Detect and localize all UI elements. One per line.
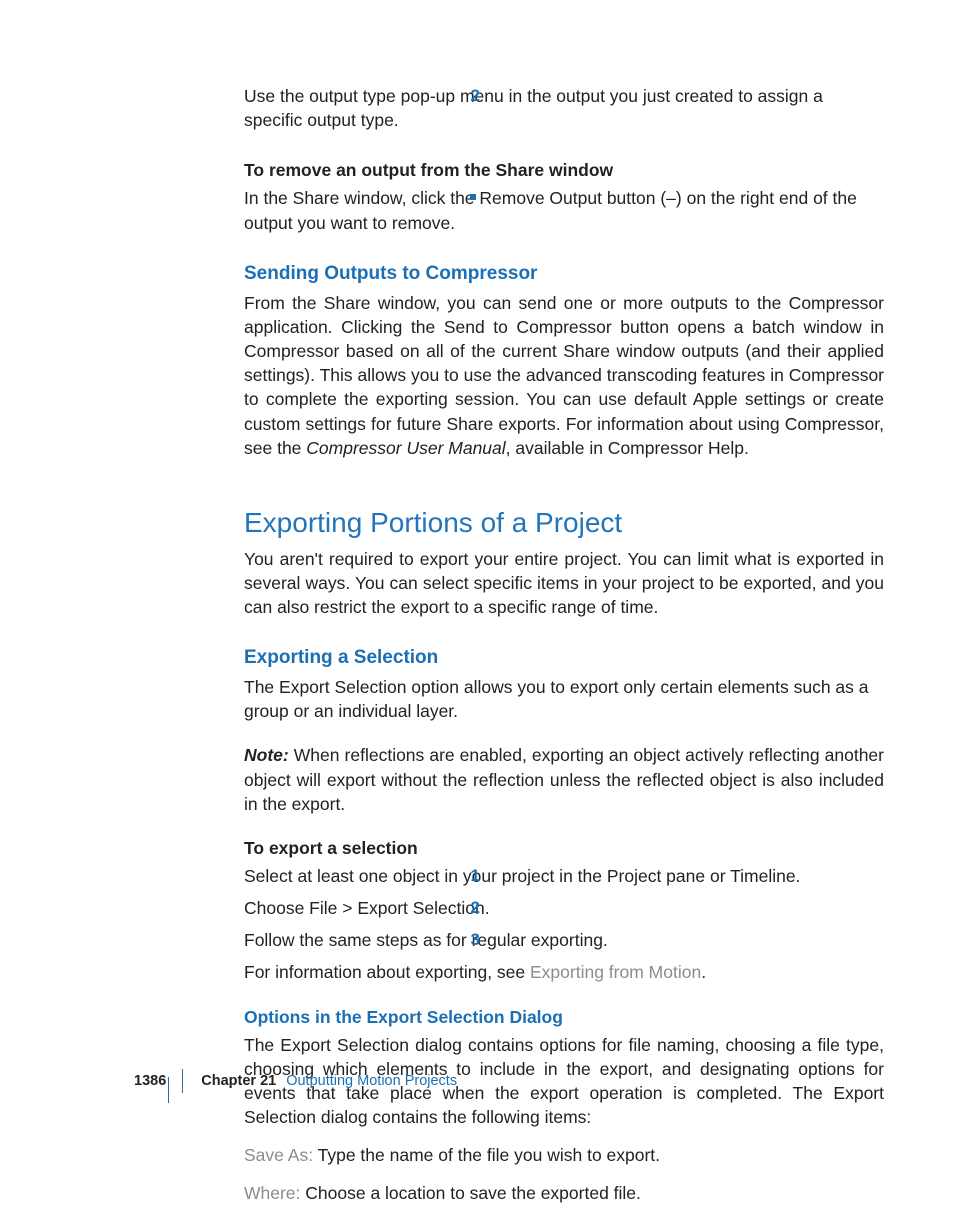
step-3-more-a: For information about exporting, see [244,962,530,982]
step-number: 3 [462,928,480,951]
step-text: Follow the same steps as for regular exp… [244,928,884,952]
chapter-label: Chapter 21 [201,1071,276,1091]
chapter-title: Outputting Motion Projects [286,1071,457,1091]
heading-options-dialog: Options in the Export Selection Dialog [244,1005,884,1029]
note-body: When reflections are enabled, exporting … [244,745,884,813]
heading-exporting-portions: Exporting Portions of a Project [244,504,884,543]
step-number: 2 [462,896,480,919]
subheading-export-selection: To export a selection [244,836,884,860]
subheading-remove-output: To remove an output from the Share windo… [244,158,884,182]
page-footer: 1386 Chapter 21 Outputting Motion Projec… [134,1069,457,1093]
option-label: Where: [244,1183,300,1203]
para-selection-intro: The Export Selection option allows you t… [244,675,884,723]
step-3: 3 Follow the same steps as for regular e… [244,928,884,952]
para-compressor-a: From the Share window, you can send one … [244,293,884,458]
note: Note: When reflections are enabled, expo… [244,743,884,815]
step-1: 1 Select at least one object in your pro… [244,864,884,888]
step-2b: 2 Choose File > Export Selection. [244,896,884,920]
option-body: Choose a location to save the exported f… [300,1183,641,1203]
note-label: Note: [244,745,289,765]
step-text: Choose File > Export Selection. [244,896,884,920]
step-3-more: For information about exporting, see Exp… [244,960,884,984]
step-3-more-b: . [701,962,706,982]
step-text: Use the output type pop-up menu in the o… [244,84,884,132]
step-number: 2 [462,84,480,107]
square-bullet-icon [470,194,476,200]
heading-exporting-selection: Exporting a Selection [244,645,884,671]
main-content: 2 Use the output type pop-up menu in the… [244,84,884,1206]
link-exporting-from-motion[interactable]: Exporting from Motion [530,962,701,982]
para-compressor-b: , available in Compressor Help. [506,438,749,458]
option-body: Type the name of the file you wish to ex… [313,1145,660,1165]
option-label: Save As: [244,1145,313,1165]
footer-divider [182,1069,183,1093]
para-portions-intro: You aren't required to export your entir… [244,547,884,619]
step-text: Select at least one object in your proje… [244,864,884,888]
option-save-as: Save As: Type the name of the file you w… [244,1143,884,1167]
bullet-text: In the Share window, click the Remove Ou… [244,186,884,234]
option-where: Where: Choose a location to save the exp… [244,1181,884,1205]
step-2: 2 Use the output type pop-up menu in the… [244,84,884,132]
para-compressor: From the Share window, you can send one … [244,291,884,460]
page: 2 Use the output type pop-up menu in the… [0,0,954,1145]
heading-sending-compressor: Sending Outputs to Compressor [244,261,884,287]
bullet-item: In the Share window, click the Remove Ou… [244,186,884,234]
page-number: 1386 [134,1071,182,1091]
compressor-manual-title: Compressor User Manual [306,438,505,458]
step-number: 1 [462,864,480,887]
